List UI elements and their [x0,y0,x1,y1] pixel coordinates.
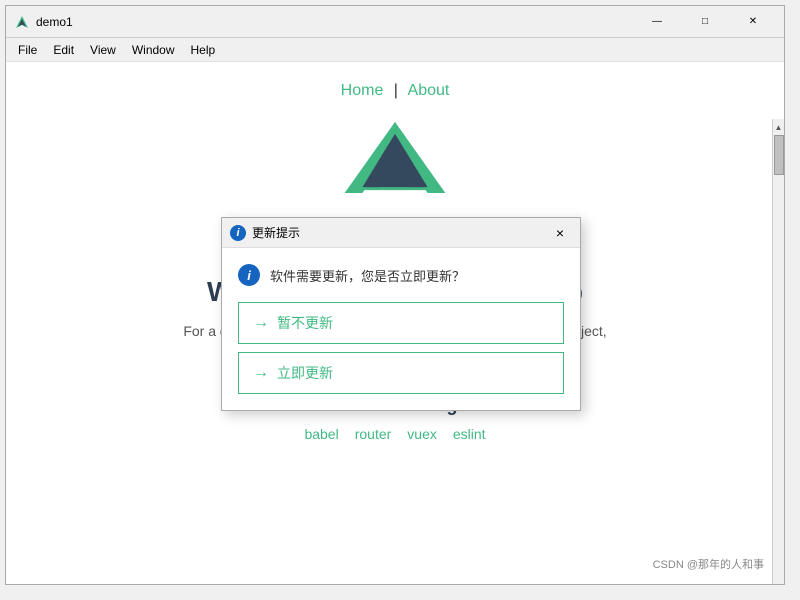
dialog-title-icon: i [230,225,246,241]
close-button[interactable]: ✕ [730,7,776,37]
menu-view[interactable]: View [82,41,124,59]
btn-now[interactable]: → 立即更新 [238,352,564,394]
app-icon [14,14,30,30]
menu-window[interactable]: Window [124,41,183,59]
dialog-title-text: 更新提示 [252,224,548,241]
menu-bar: File Edit View Window Help [6,38,784,62]
dialog-title-bar: i 更新提示 × [222,218,580,248]
maximize-button[interactable]: □ [682,7,728,37]
update-dialog: i 更新提示 × i 软件需要更新，您是否立即更新？ → 暂不更新 → [221,217,581,411]
btn-now-label: 立即更新 [277,363,333,383]
btn-later[interactable]: → 暂不更新 [238,302,564,344]
window-controls: — □ ✕ [634,7,776,37]
menu-file[interactable]: File [10,41,45,59]
dialog-message-text: 软件需要更新，您是否立即更新？ [270,266,465,285]
btn-later-arrow: → [253,314,269,332]
app-content: Home | About Welcome to Your Vue.js App … [6,62,784,584]
dialog-message-icon: i [238,264,260,286]
minimize-button[interactable]: — [634,7,680,37]
window-title: demo1 [36,15,634,29]
app-window: demo1 — □ ✕ File Edit View Window Help H… [5,5,785,585]
dialog-body: i 软件需要更新，您是否立即更新？ → 暂不更新 → 立即更新 [222,248,580,410]
dialog-close-button[interactable]: × [548,221,572,245]
menu-edit[interactable]: Edit [45,41,82,59]
btn-later-label: 暂不更新 [277,313,333,333]
menu-help[interactable]: Help [183,41,224,59]
dialog-overlay: i 更新提示 × i 软件需要更新，您是否立即更新？ → 暂不更新 → [6,62,784,584]
btn-now-arrow: → [253,364,269,382]
title-bar: demo1 — □ ✕ [6,6,784,38]
dialog-message: i 软件需要更新，您是否立即更新？ [238,264,564,286]
